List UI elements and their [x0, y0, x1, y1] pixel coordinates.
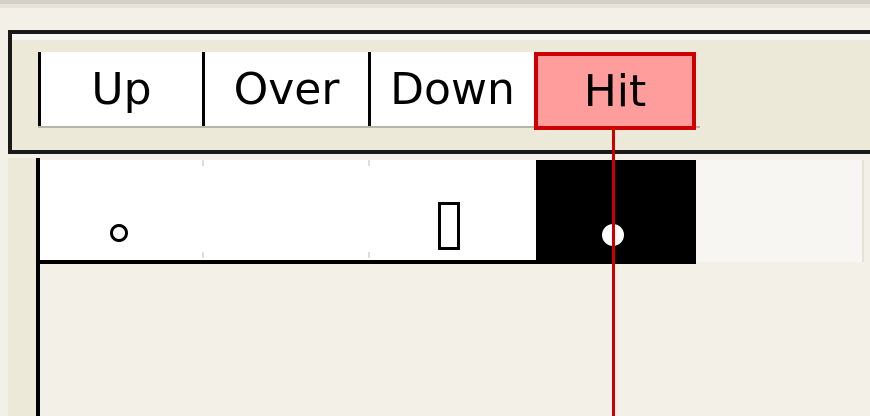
empty-keyframe-circle-icon [110, 224, 128, 242]
frame-label-hit[interactable]: Hit [534, 52, 696, 130]
frame-label-hit-text: Hit [583, 65, 647, 117]
frame-label-up[interactable]: Up [38, 52, 202, 128]
frame-label-over-text: Over [233, 64, 340, 115]
window-top-edge-highlight [0, 4, 870, 8]
frame-tick [368, 160, 370, 166]
frame-span-up-over-down[interactable] [40, 160, 536, 262]
timeline-left-border [36, 158, 40, 416]
frame-tick [202, 160, 204, 166]
frame-tick [368, 252, 370, 258]
timeline-header-highlight [12, 34, 870, 40]
empty-layer-area [40, 264, 870, 416]
playhead-line[interactable] [612, 130, 615, 416]
frame-cell-empty[interactable] [696, 160, 864, 262]
frame-label-over[interactable]: Over [202, 52, 368, 128]
end-frame-rect-icon [438, 202, 460, 250]
frame-cell-hit-selected[interactable] [536, 160, 696, 262]
layer-column [8, 158, 36, 416]
frame-label-up-text: Up [91, 64, 152, 115]
frame-tick [202, 252, 204, 258]
frame-label-down[interactable]: Down [368, 52, 534, 128]
frame-label-down-text: Down [390, 64, 515, 115]
